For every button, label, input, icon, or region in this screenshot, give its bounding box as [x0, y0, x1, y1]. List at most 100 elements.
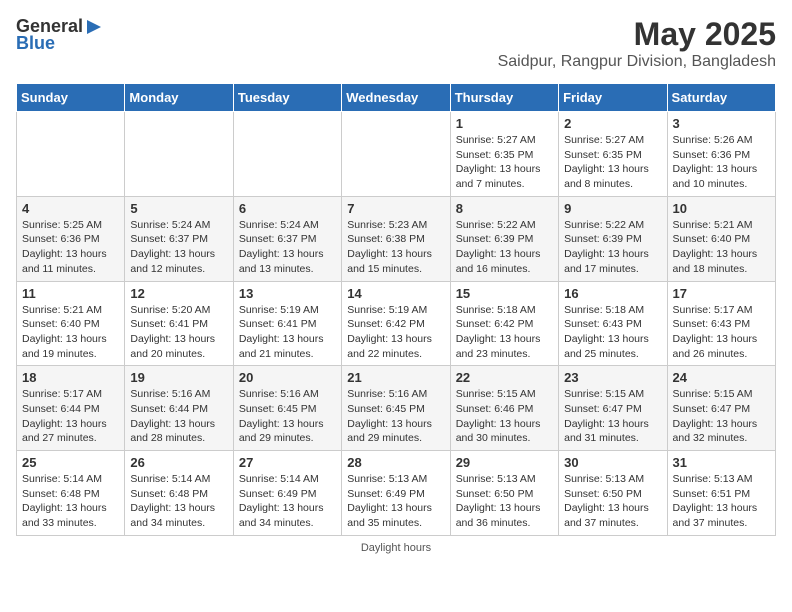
day-info: Sunrise: 5:19 AM Sunset: 6:42 PM Dayligh…	[347, 303, 444, 362]
day-number: 14	[347, 286, 444, 301]
day-number: 5	[130, 201, 227, 216]
day-number: 30	[564, 455, 661, 470]
calendar-cell: 11 Sunrise: 5:21 AM Sunset: 6:40 PM Dayli…	[17, 281, 125, 366]
calendar-cell: 13 Sunrise: 5:19 AM Sunset: 6:41 PM Dayli…	[233, 281, 341, 366]
calendar-cell	[125, 112, 233, 197]
calendar-week-2: 4 Sunrise: 5:25 AM Sunset: 6:36 PM Daylig…	[17, 196, 776, 281]
day-number: 22	[456, 370, 553, 385]
day-number: 19	[130, 370, 227, 385]
calendar-cell: 22Sunrise: 5:15 AM Sunset: 6:46 PM Dayli…	[450, 366, 558, 451]
header-row: SundayMondayTuesdayWednesdayThursdayFrid…	[17, 84, 776, 112]
calendar-cell: 30 Sunrise: 5:13 AM Sunset: 6:50 PM Dayli…	[559, 451, 667, 536]
day-info: Sunrise: 5:14 AM Sunset: 6:48 PM Dayligh…	[130, 472, 227, 531]
calendar-cell: 28 Sunrise: 5:13 AM Sunset: 6:49 PM Dayli…	[342, 451, 450, 536]
day-info: Sunrise: 5:18 AM Sunset: 6:42 PM Dayligh…	[456, 303, 553, 362]
calendar-cell: 6 Sunrise: 5:24 AM Sunset: 6:37 PM Daylig…	[233, 196, 341, 281]
calendar-cell: 27Sunrise: 5:14 AM Sunset: 6:49 PM Dayli…	[233, 451, 341, 536]
day-info: Sunrise: 5:21 AM Sunset: 6:40 PM Dayligh…	[673, 218, 770, 277]
calendar-cell: 21Sunrise: 5:16 AM Sunset: 6:45 PM Dayli…	[342, 366, 450, 451]
logo-blue-text: Blue	[16, 33, 55, 54]
col-header-sunday: Sunday	[17, 84, 125, 112]
calendar-cell: 3 Sunrise: 5:26 AM Sunset: 6:36 PM Daylig…	[667, 112, 775, 197]
day-number: 2	[564, 116, 661, 131]
day-number: 25	[22, 455, 119, 470]
day-info: Sunrise: 5:17 AM Sunset: 6:43 PM Dayligh…	[673, 303, 770, 362]
day-number: 17	[673, 286, 770, 301]
day-number: 24	[673, 370, 770, 385]
day-number: 12	[130, 286, 227, 301]
calendar-cell: 2 Sunrise: 5:27 AM Sunset: 6:35 PM Daylig…	[559, 112, 667, 197]
day-number: 20	[239, 370, 336, 385]
calendar-cell: 4 Sunrise: 5:25 AM Sunset: 6:36 PM Daylig…	[17, 196, 125, 281]
day-info: Sunrise: 5:20 AM Sunset: 6:41 PM Dayligh…	[130, 303, 227, 362]
page-title: May 2025	[498, 16, 776, 53]
day-number: 16	[564, 286, 661, 301]
calendar-cell: 14 Sunrise: 5:19 AM Sunset: 6:42 PM Dayli…	[342, 281, 450, 366]
day-info: Sunrise: 5:24 AM Sunset: 6:37 PM Dayligh…	[239, 218, 336, 277]
calendar-cell: 8Sunrise: 5:22 AM Sunset: 6:39 PM Daylig…	[450, 196, 558, 281]
day-number: 6	[239, 201, 336, 216]
day-number: 11	[22, 286, 119, 301]
calendar-week-4: 18Sunrise: 5:17 AM Sunset: 6:44 PM Dayli…	[17, 366, 776, 451]
day-info: Sunrise: 5:13 AM Sunset: 6:50 PM Dayligh…	[564, 472, 661, 531]
day-number: 10	[673, 201, 770, 216]
day-info: Sunrise: 5:15 AM Sunset: 6:47 PM Dayligh…	[673, 387, 770, 446]
day-number: 4	[22, 201, 119, 216]
logo-icon	[85, 18, 103, 36]
day-number: 7	[347, 201, 444, 216]
day-number: 28	[347, 455, 444, 470]
footer-note: Daylight hours	[16, 542, 776, 554]
header: General Blue May 2025 Saidpur, Rangpur D…	[16, 16, 776, 71]
calendar: SundayMondayTuesdayWednesdayThursdayFrid…	[16, 83, 776, 536]
col-header-monday: Monday	[125, 84, 233, 112]
day-info: Sunrise: 5:21 AM Sunset: 6:40 PM Dayligh…	[22, 303, 119, 362]
day-info: Sunrise: 5:26 AM Sunset: 6:36 PM Dayligh…	[673, 133, 770, 192]
col-header-tuesday: Tuesday	[233, 84, 341, 112]
calendar-week-1: 1 Sunrise: 5:27 AM Sunset: 6:35 PM Daylig…	[17, 112, 776, 197]
day-number: 18	[22, 370, 119, 385]
day-number: 29	[456, 455, 553, 470]
day-number: 13	[239, 286, 336, 301]
day-info: Sunrise: 5:18 AM Sunset: 6:43 PM Dayligh…	[564, 303, 661, 362]
day-number: 31	[673, 455, 770, 470]
calendar-cell: 19Sunrise: 5:16 AM Sunset: 6:44 PM Dayli…	[125, 366, 233, 451]
calendar-cell: 18Sunrise: 5:17 AM Sunset: 6:44 PM Dayli…	[17, 366, 125, 451]
day-number: 8	[456, 201, 553, 216]
day-info: Sunrise: 5:27 AM Sunset: 6:35 PM Dayligh…	[456, 133, 553, 192]
day-info: Sunrise: 5:13 AM Sunset: 6:49 PM Dayligh…	[347, 472, 444, 531]
day-info: Sunrise: 5:13 AM Sunset: 6:50 PM Dayligh…	[456, 472, 553, 531]
calendar-cell: 24 Sunrise: 5:15 AM Sunset: 6:47 PM Dayli…	[667, 366, 775, 451]
calendar-cell: 25 Sunrise: 5:14 AM Sunset: 6:48 PM Dayli…	[17, 451, 125, 536]
day-info: Sunrise: 5:25 AM Sunset: 6:36 PM Dayligh…	[22, 218, 119, 277]
calendar-cell: 23Sunrise: 5:15 AM Sunset: 6:47 PM Dayli…	[559, 366, 667, 451]
calendar-week-3: 11 Sunrise: 5:21 AM Sunset: 6:40 PM Dayli…	[17, 281, 776, 366]
calendar-cell: 9 Sunrise: 5:22 AM Sunset: 6:39 PM Daylig…	[559, 196, 667, 281]
calendar-cell: 12 Sunrise: 5:20 AM Sunset: 6:41 PM Dayli…	[125, 281, 233, 366]
day-info: Sunrise: 5:14 AM Sunset: 6:48 PM Dayligh…	[22, 472, 119, 531]
calendar-header: SundayMondayTuesdayWednesdayThursdayFrid…	[17, 84, 776, 112]
calendar-cell	[17, 112, 125, 197]
calendar-cell: 10 Sunrise: 5:21 AM Sunset: 6:40 PM Dayli…	[667, 196, 775, 281]
calendar-cell: 17 Sunrise: 5:17 AM Sunset: 6:43 PM Dayli…	[667, 281, 775, 366]
day-info: Sunrise: 5:22 AM Sunset: 6:39 PM Dayligh…	[564, 218, 661, 277]
day-info: Sunrise: 5:23 AM Sunset: 6:38 PM Dayligh…	[347, 218, 444, 277]
calendar-body: 1 Sunrise: 5:27 AM Sunset: 6:35 PM Daylig…	[17, 112, 776, 536]
day-info: Sunrise: 5:27 AM Sunset: 6:35 PM Dayligh…	[564, 133, 661, 192]
day-number: 3	[673, 116, 770, 131]
col-header-thursday: Thursday	[450, 84, 558, 112]
calendar-cell: 16 Sunrise: 5:18 AM Sunset: 6:43 PM Dayli…	[559, 281, 667, 366]
col-header-saturday: Saturday	[667, 84, 775, 112]
day-info: Sunrise: 5:14 AM Sunset: 6:49 PM Dayligh…	[239, 472, 336, 531]
day-info: Sunrise: 5:19 AM Sunset: 6:41 PM Dayligh…	[239, 303, 336, 362]
day-number: 9	[564, 201, 661, 216]
calendar-cell	[233, 112, 341, 197]
logo: General Blue	[16, 16, 103, 54]
calendar-week-5: 25 Sunrise: 5:14 AM Sunset: 6:48 PM Dayli…	[17, 451, 776, 536]
calendar-cell: 1 Sunrise: 5:27 AM Sunset: 6:35 PM Daylig…	[450, 112, 558, 197]
day-number: 23	[564, 370, 661, 385]
calendar-cell	[342, 112, 450, 197]
calendar-cell: 7 Sunrise: 5:23 AM Sunset: 6:38 PM Daylig…	[342, 196, 450, 281]
calendar-cell: 15Sunrise: 5:18 AM Sunset: 6:42 PM Dayli…	[450, 281, 558, 366]
day-number: 1	[456, 116, 553, 131]
day-info: Sunrise: 5:13 AM Sunset: 6:51 PM Dayligh…	[673, 472, 770, 531]
